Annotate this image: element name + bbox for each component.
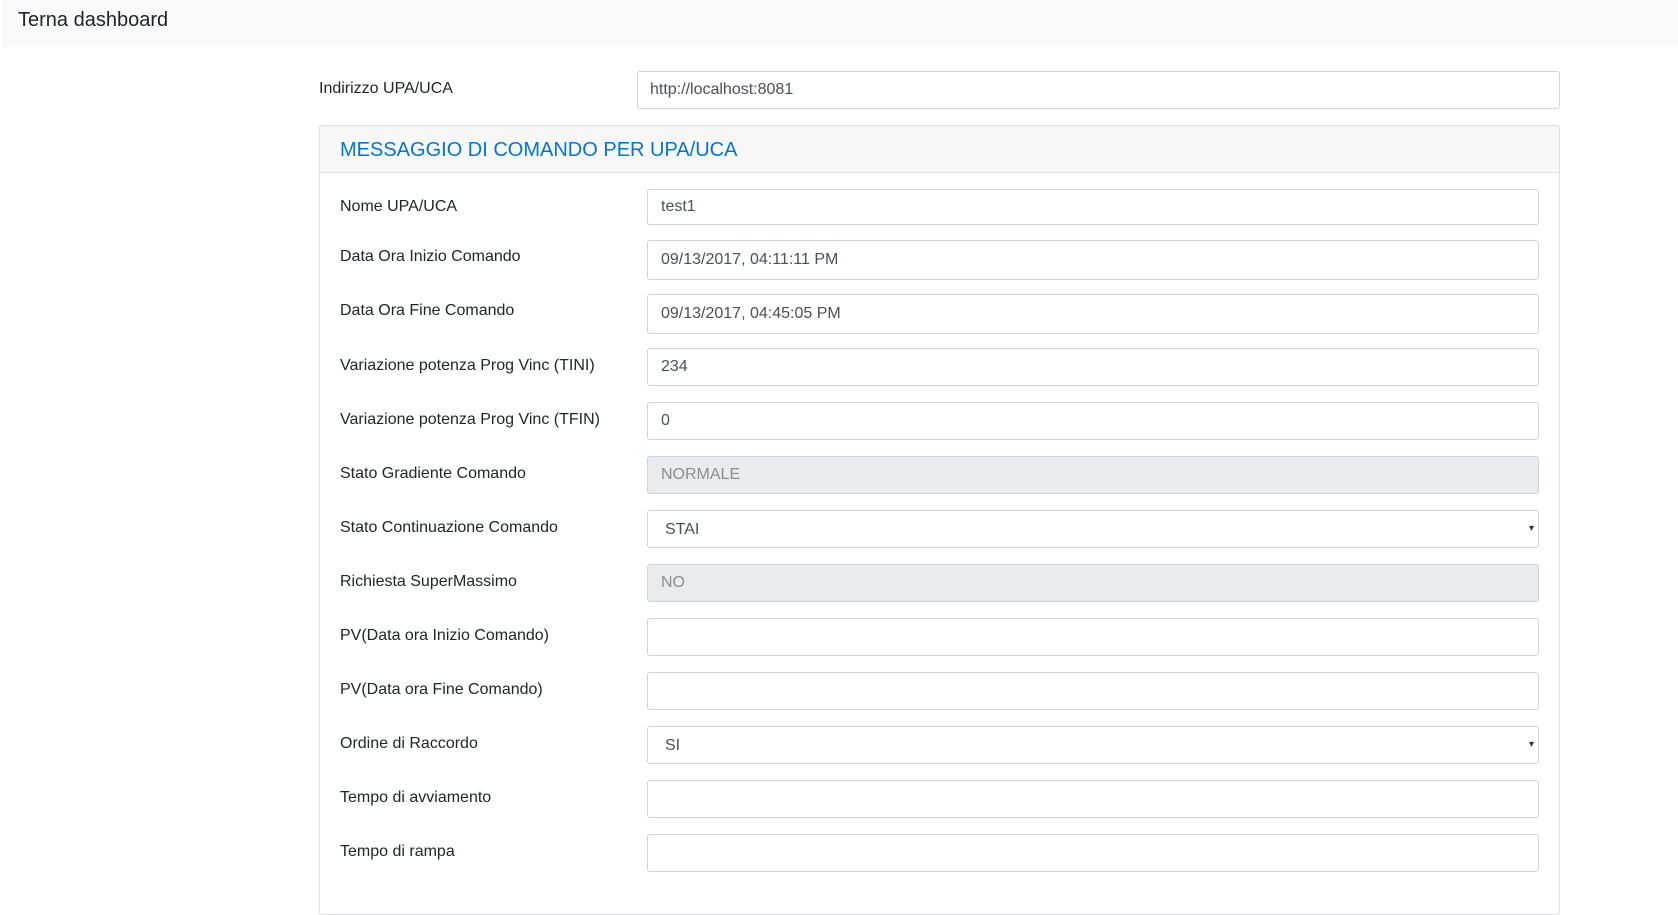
command-card: MESSAGGIO DI COMANDO PER UPA/UCA Nome UP… [319,125,1560,915]
form-row-pv-inizio: PV(Data ora Inizio Comando) [340,618,1540,656]
pv-fine-input[interactable] [647,672,1539,710]
raccordo-selected-value: SI [665,737,681,754]
pv-fine-label: PV(Data ora Fine Comando) [340,681,543,698]
rampa-input[interactable] [647,834,1539,872]
chevron-down-icon: ▾ [1528,523,1534,534]
form-row-tini: Variazione potenza Prog Vinc (TINI) [340,348,1540,386]
card-header: MESSAGGIO DI COMANDO PER UPA/UCA [320,126,1559,173]
main-container: Indirizzo UPA/UCA MESSAGGIO DI COMANDO P… [319,70,1560,915]
avviamento-input[interactable] [647,780,1539,818]
continuazione-select[interactable]: STAI ▾ [647,510,1539,548]
inizio-datetime-input[interactable] [647,240,1539,280]
pv-inizio-input[interactable] [647,618,1539,656]
tini-label: Variazione potenza Prog Vinc (TINI) [340,357,595,374]
tini-input[interactable] [647,348,1539,386]
tfin-input[interactable] [647,402,1539,440]
avviamento-label: Tempo di avviamento [340,789,492,806]
supermassimo-label: Richiesta SuperMassimo [340,573,517,590]
form-row-avviamento: Tempo di avviamento [340,780,1540,818]
form-row-rampa: Tempo di rampa [340,834,1540,872]
navbar-brand[interactable]: Terna dashboard [18,8,168,32]
raccordo-select[interactable]: SI ▾ [647,726,1539,764]
form-row-gradiente: Stato Gradiente Comando [340,456,1540,494]
navbar: Terna dashboard [2,0,1678,47]
continuazione-label: Stato Continuazione Comando [340,519,558,536]
gradiente-label: Stato Gradiente Comando [340,465,526,482]
form-row-raccordo: Ordine di Raccordo SI ▾ [340,726,1540,764]
form-row-nome: Nome UPA/UCA [340,189,1540,227]
gradiente-readonly-field [647,456,1539,494]
continuazione-selected-value: STAI [665,521,700,538]
form-row-pv-fine: PV(Data ora Fine Comando) [340,672,1540,710]
fine-datetime-input[interactable] [647,294,1539,334]
form-row-inizio: Data Ora Inizio Comando [340,240,1540,280]
form-row-fine: Data Ora Fine Comando [340,294,1540,334]
inizio-label: Data Ora Inizio Comando [340,248,521,265]
address-input[interactable] [637,71,1560,109]
form-row-supermassimo: Richiesta SuperMassimo [340,564,1540,602]
address-label: Indirizzo UPA/UCA [319,80,453,97]
pv-inizio-label: PV(Data ora Inizio Comando) [340,627,549,644]
form-row-tfin: Variazione potenza Prog Vinc (TFIN) [340,402,1540,440]
address-row: Indirizzo UPA/UCA [319,70,1560,110]
tfin-label: Variazione potenza Prog Vinc (TFIN) [340,411,600,428]
nome-input[interactable] [647,189,1539,225]
raccordo-label: Ordine di Raccordo [340,735,478,752]
rampa-label: Tempo di rampa [340,843,455,860]
fine-label: Data Ora Fine Comando [340,302,515,319]
card-title: MESSAGGIO DI COMANDO PER UPA/UCA [340,139,738,161]
supermassimo-readonly-field [647,564,1539,602]
nome-label: Nome UPA/UCA [340,198,458,215]
chevron-down-icon: ▾ [1528,739,1534,750]
form-row-continuazione: Stato Continuazione Comando STAI ▾ [340,510,1540,548]
